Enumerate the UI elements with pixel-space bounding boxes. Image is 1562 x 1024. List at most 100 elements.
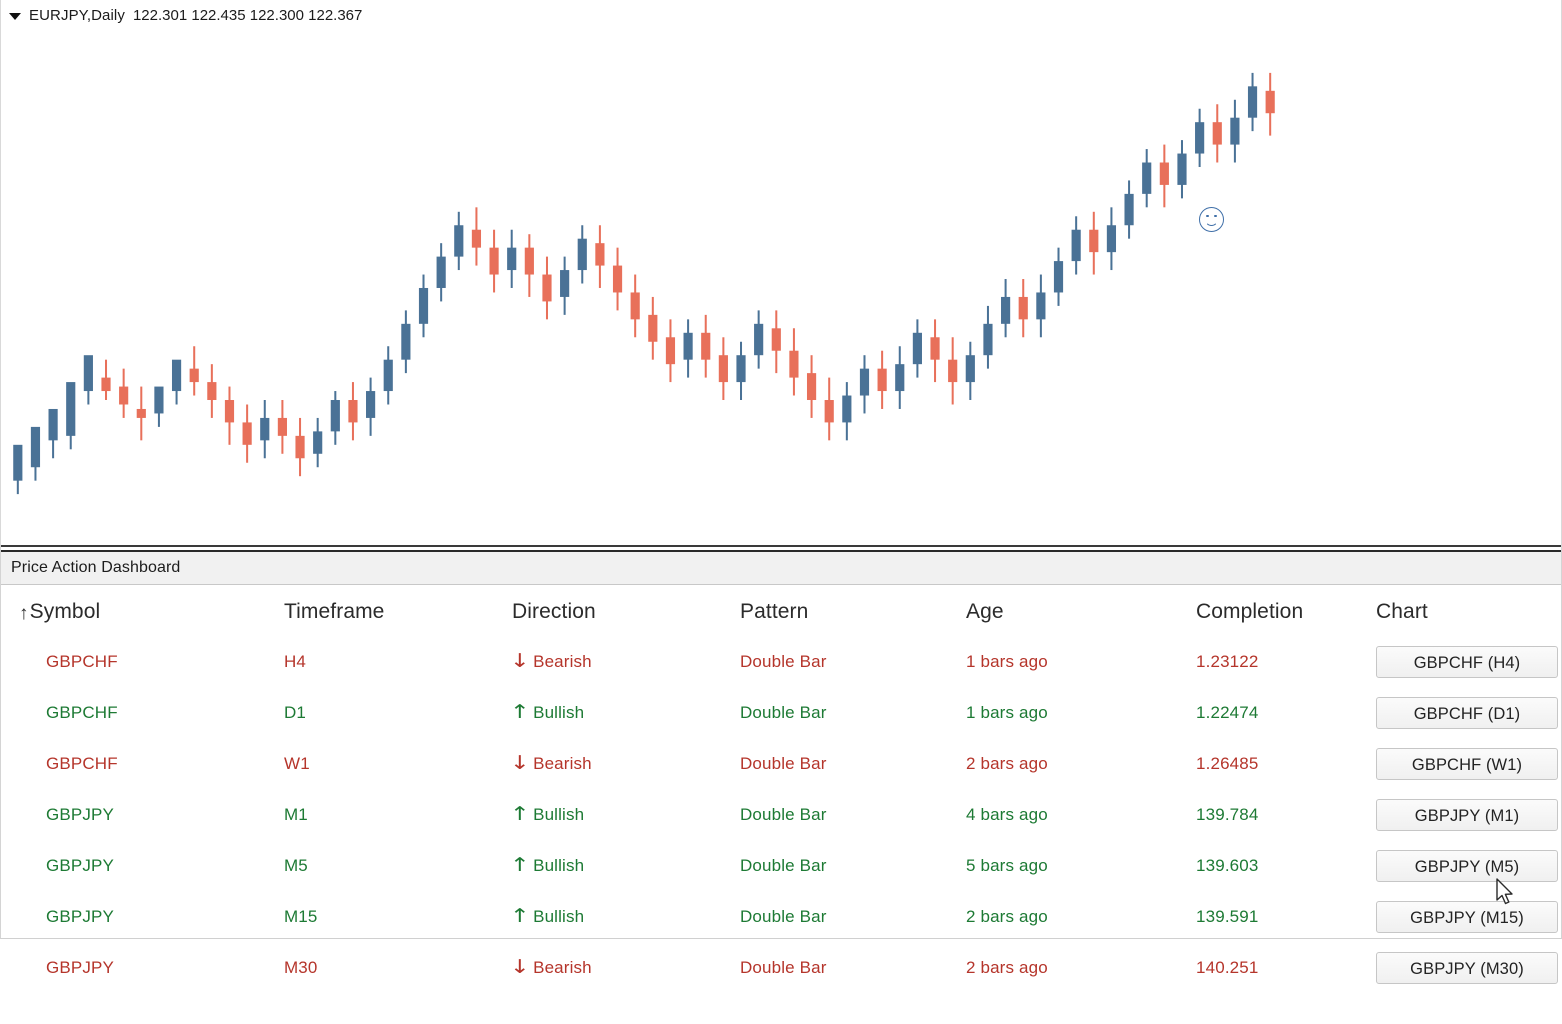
table-row: GBPJPY M30 ↓ Bearish Double Bar 2 bars ago 140… bbox=[1, 942, 1561, 993]
chart-ohlc-values: 122.301 122.435 122.300 122.367 bbox=[132, 6, 363, 24]
table-header-row: ↑Symbol Timeframe Direction Pattern Age … bbox=[1, 586, 1561, 636]
cell-symbol: GBPJPY bbox=[46, 957, 114, 977]
open-chart-button[interactable]: GBPCHF (W1) bbox=[1376, 747, 1558, 780]
sort-ascending-icon: ↑ bbox=[19, 603, 29, 624]
cell-pattern: Double Bar bbox=[740, 651, 827, 671]
cell-timeframe: M1 bbox=[284, 804, 308, 824]
signals-table-body: GBPCHF H4 ↓ Bearish Double Bar 1 bars ago 1.23… bbox=[1, 636, 1561, 993]
cell-symbol: GBPCHF bbox=[46, 651, 118, 671]
column-header-symbol[interactable]: ↑Symbol bbox=[1, 586, 284, 636]
table-row: GBPJPY M5 ↑ Bullish Double Bar 5 bars ago 139.… bbox=[1, 840, 1561, 891]
column-header-completion[interactable]: Completion bbox=[1196, 586, 1376, 636]
cell-pattern: Double Bar bbox=[740, 906, 827, 926]
open-chart-button[interactable]: GBPJPY (M5) bbox=[1376, 849, 1558, 882]
cell-direction: ↑ Bullish bbox=[509, 891, 740, 942]
open-chart-button[interactable]: GBPJPY (M30) bbox=[1376, 951, 1558, 984]
direction-label: Bullish bbox=[533, 702, 585, 722]
candlestick-chart[interactable] bbox=[1, 26, 1562, 541]
arrow-up-icon: ↑ bbox=[509, 905, 531, 927]
direction-label: Bullish bbox=[533, 855, 585, 875]
direction-label: Bearish bbox=[533, 651, 592, 671]
direction-label: Bearish bbox=[533, 957, 592, 977]
cell-completion: 1.23122 bbox=[1196, 651, 1259, 671]
column-header-timeframe[interactable]: Timeframe bbox=[284, 586, 512, 636]
cell-chart-button: GBPCHF (H4) bbox=[1376, 636, 1561, 687]
cell-age: 2 bars ago bbox=[966, 753, 1048, 773]
cell-pattern: Double Bar bbox=[740, 855, 827, 875]
dashboard-body: ↑Symbol Timeframe Direction Pattern Age … bbox=[1, 586, 1561, 984]
direction-label: Bullish bbox=[533, 906, 585, 926]
dashboard-title: Price Action Dashboard bbox=[11, 559, 181, 576]
cell-symbol: GBPCHF bbox=[46, 702, 118, 722]
arrow-down-icon: ↓ bbox=[509, 956, 531, 978]
price-action-dashboard-panel: Price Action Dashboard ↑Symbol Timeframe… bbox=[0, 545, 1562, 984]
cell-age: 2 bars ago bbox=[966, 906, 1048, 926]
cell-pattern: Double Bar bbox=[740, 702, 827, 722]
cell-timeframe: M30 bbox=[284, 957, 318, 977]
arrow-down-icon: ↓ bbox=[509, 650, 531, 672]
column-header-pattern[interactable]: Pattern bbox=[740, 586, 966, 636]
dashboard-titlebar: Price Action Dashboard bbox=[1, 552, 1561, 585]
column-header-chart: Chart bbox=[1376, 600, 1428, 623]
cell-timeframe: H4 bbox=[284, 651, 307, 671]
cell-age: 1 bars ago bbox=[966, 702, 1048, 722]
cell-direction: ↓ Bearish bbox=[509, 942, 740, 993]
cell-chart-button: GBPJPY (M30) bbox=[1376, 942, 1561, 993]
cell-direction: ↑ Bullish bbox=[509, 840, 740, 891]
cell-age: 1 bars ago bbox=[966, 651, 1048, 671]
table-row: GBPCHF W1 ↓ Bearish Double Bar 2 bars ago 1.26… bbox=[1, 738, 1561, 789]
smiley-face-icon bbox=[1199, 207, 1224, 232]
open-chart-button[interactable]: GBPJPY (M15) bbox=[1376, 900, 1558, 933]
cell-timeframe: M15 bbox=[284, 906, 318, 926]
arrow-up-icon: ↑ bbox=[509, 803, 531, 825]
column-header-symbol-label: Symbol bbox=[29, 600, 101, 623]
open-chart-button[interactable]: GBPJPY (M1) bbox=[1376, 798, 1558, 831]
cell-completion: 139.784 bbox=[1196, 804, 1259, 824]
cell-age: 4 bars ago bbox=[966, 804, 1048, 824]
cell-pattern: Double Bar bbox=[740, 804, 827, 824]
table-row: GBPCHF H4 ↓ Bearish Double Bar 1 bars ago 1.23… bbox=[1, 636, 1561, 687]
cell-chart-button: GBPJPY (M15) bbox=[1376, 891, 1561, 942]
arrow-down-icon: ↓ bbox=[509, 752, 531, 774]
cell-symbol: GBPJPY bbox=[46, 906, 114, 926]
cell-direction: ↓ Bearish bbox=[509, 738, 740, 789]
cell-pattern: Double Bar bbox=[740, 957, 827, 977]
cell-symbol: GBPJPY bbox=[46, 855, 114, 875]
cell-completion: 1.22474 bbox=[1196, 702, 1259, 722]
cell-direction: ↓ Bearish bbox=[509, 636, 740, 687]
column-header-direction[interactable]: Direction bbox=[512, 586, 740, 636]
table-row: GBPJPY M1 ↑ Bullish Double Bar 4 bars ago 139.… bbox=[1, 789, 1561, 840]
panel-splitter[interactable] bbox=[1, 545, 1561, 552]
table-row: GBPCHF D1 ↑ Bullish Double Bar 1 bars ago 1.22… bbox=[1, 687, 1561, 738]
chart-symbol-label: EURJPY,Daily bbox=[29, 6, 125, 24]
chart-window: EURJPY,Daily 122.301 122.435 122.300 122… bbox=[0, 0, 1562, 545]
smiley-mouth bbox=[1204, 217, 1218, 226]
cell-timeframe: D1 bbox=[284, 702, 307, 722]
cell-timeframe: M5 bbox=[284, 855, 308, 875]
arrow-up-icon: ↑ bbox=[509, 854, 531, 876]
table-row: GBPJPY M15 ↑ Bullish Double Bar 2 bars ago 139… bbox=[1, 891, 1561, 942]
cell-chart-button: GBPCHF (D1) bbox=[1376, 687, 1561, 738]
cell-pattern: Double Bar bbox=[740, 753, 827, 773]
cell-direction: ↑ Bullish bbox=[509, 687, 740, 738]
cell-chart-button: GBPJPY (M5) bbox=[1376, 840, 1561, 891]
cell-age: 2 bars ago bbox=[966, 957, 1048, 977]
cell-chart-button: GBPJPY (M1) bbox=[1376, 789, 1561, 840]
direction-label: Bullish bbox=[533, 804, 585, 824]
cell-chart-button: GBPCHF (W1) bbox=[1376, 738, 1561, 789]
cell-completion: 139.591 bbox=[1196, 906, 1259, 926]
cell-symbol: GBPJPY bbox=[46, 804, 114, 824]
triangle-down-icon[interactable] bbox=[9, 12, 21, 20]
cell-timeframe: W1 bbox=[284, 753, 310, 773]
arrow-up-icon: ↑ bbox=[509, 701, 531, 723]
open-chart-button[interactable]: GBPCHF (H4) bbox=[1376, 645, 1558, 678]
column-header-age[interactable]: Age bbox=[966, 586, 1196, 636]
signals-table: ↑Symbol Timeframe Direction Pattern Age … bbox=[1, 586, 1561, 993]
cell-symbol: GBPCHF bbox=[46, 753, 118, 773]
cell-completion: 140.251 bbox=[1196, 957, 1259, 977]
cell-age: 5 bars ago bbox=[966, 855, 1048, 875]
direction-label: Bearish bbox=[533, 753, 592, 773]
cell-direction: ↑ Bullish bbox=[509, 789, 740, 840]
cell-completion: 139.603 bbox=[1196, 855, 1259, 875]
open-chart-button[interactable]: GBPCHF (D1) bbox=[1376, 696, 1558, 729]
